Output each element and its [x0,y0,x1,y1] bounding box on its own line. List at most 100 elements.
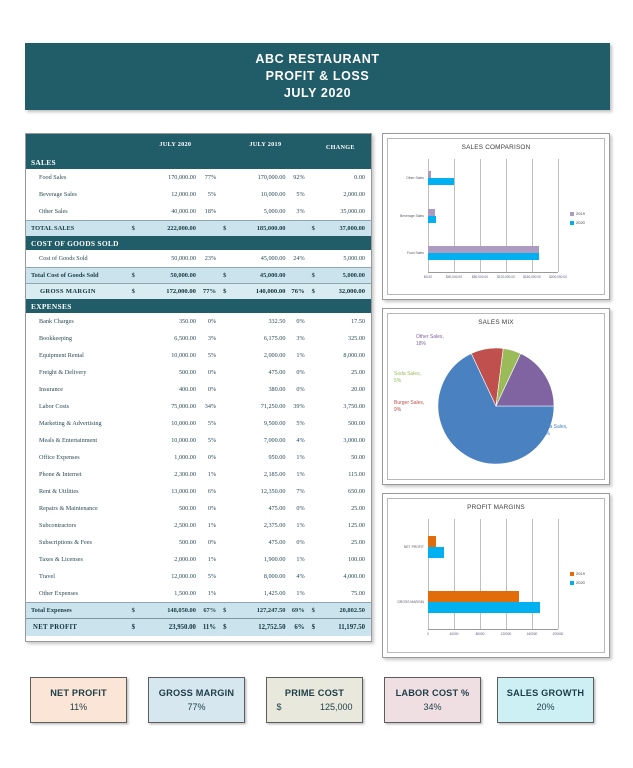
section-sales-label: SALES [26,155,371,169]
table-bottom-spacer [26,636,371,641]
prior-percent: 69% [287,602,310,619]
prior-amount: 1,425.00 [263,590,286,597]
current-amount: 500.00 [178,369,196,376]
kpi-value: $125,000 [277,702,353,712]
table-row: Repairs & Maintenance 500.00 0% 475.00 0% 25.… [26,500,371,517]
kpi-currency-symbol: $ [276,702,282,712]
change-amount: 32,000.00 [323,283,371,299]
row-label: Labor Costs [39,403,70,410]
total-expenses-row-label: Total Expenses [26,602,130,619]
chart-gridline [454,519,455,629]
prior-percent: 5% [296,420,305,427]
current-amount: 23,950.00 [143,618,198,636]
legend-label: 2020 [576,580,585,585]
kpi-card-labor-cost[interactable]: LABOR COST % 34% [384,677,481,723]
cur-symbol-2: $ [221,618,236,636]
kpi-card-sales-growth[interactable]: SALES GROWTH 20% [497,677,594,723]
kpi-number: 125,000 [319,702,353,712]
table-row: Insurance 400.00 0% 380.00 0% 20.00 [26,381,371,398]
total-sales-row: TOTAL SALES $222,000.00 $185,000.00 $37,000… [26,220,371,236]
prior-percent: 6% [287,618,310,636]
current-amount: 500.00 [178,505,196,512]
prior-percent: 76% [287,283,310,299]
cur-symbol-1: $ [129,602,144,619]
prior-amount: 12,350.00 [260,488,286,495]
prior-amount: 2,375.00 [263,522,286,529]
current-amount: 500.00 [178,539,196,546]
table-row: Marketing & Advertising 10,000.00 5% 9,500.… [26,415,371,432]
cur-symbol-3 [310,186,324,203]
kpi-card-gross-margin[interactable]: GROSS MARGIN 77% [148,677,245,723]
cur-symbol-2 [221,203,235,221]
row-label: Marketing & Advertising [39,420,102,427]
prior-percent: 1% [296,471,305,478]
cur-symbol-3 [310,551,324,568]
table-row: Other Sales 40,000.00 18% 5,000.00 3% 35,000.… [26,203,371,221]
cur-symbol-1 [130,169,144,186]
cur-symbol-3 [310,449,324,466]
table-row: Meals & Entertainment 10,000.00 5% 7,000.00… [26,432,371,449]
change-amount: 8,000.00 [343,352,365,359]
change-amount: 20.00 [351,386,365,393]
profit-margins-chart-panel: PROFIT MARGINS NET PROFIT GROSS MARGIN 0 40… [382,493,610,658]
legend-color-swatch [570,220,574,225]
kpi-card-prime-cost[interactable]: PRIME COST $125,000 [266,677,363,723]
row-label: Bookkeeping [39,335,72,342]
current-percent: 0% [207,369,217,376]
total-sales-row-label: TOTAL SALES [26,220,130,236]
prior-percent: 0% [296,505,305,512]
current-amount: 13,000.00 [171,488,196,495]
kpi-card-net-profit[interactable]: NET PROFIT 11% [30,677,127,723]
prior-amount: 9,500.00 [263,420,286,427]
cur-symbol-3 [310,534,324,551]
row-label: Other Sales [39,208,68,215]
cur-symbol-1 [130,415,144,432]
chart-x-tick-label: $200,000.00 [549,275,567,279]
current-amount: 12,000.00 [171,573,196,580]
current-percent: 77% [197,283,222,299]
report-title-banner: ABC RESTAURANT PROFIT & LOSS JULY 2020 [25,43,610,110]
cur-symbol-3: $ [309,267,324,284]
current-percent: 11% [197,618,222,636]
cur-symbol-1 [130,432,144,449]
prior-percent: 92% [293,174,305,181]
current-percent: 0% [207,454,217,461]
spacer-cell [26,636,371,641]
cur-symbol-1 [130,330,144,347]
current-percent: 18% [204,208,217,215]
change-amount: 0.00 [354,174,365,181]
cur-symbol-1 [130,398,144,415]
total-expenses-row: Total Expenses $148,050.00 67% $127,247.50 6… [26,602,371,619]
cur-symbol-1 [130,551,144,568]
chart-bar [428,253,539,261]
row-label: Office Expenses [39,454,80,461]
row-label: Other Expenses [39,590,79,597]
total-cogs-row-label: Total Cost of Goods Sold [26,267,130,284]
row-label: Subcontractors [39,522,77,529]
change-amount: 25.00 [351,369,365,376]
change-amount: 17.50 [351,318,365,325]
chart-bar [428,177,454,185]
change-amount: 3,000.00 [343,437,365,444]
cur-symbol-1 [130,250,144,268]
change-amount: 650.00 [347,488,365,495]
section-sales: SALES [26,155,371,169]
company-name: ABC RESTAURANT [255,52,380,66]
prior-amount: 332.50 [268,318,286,325]
prior-amount: 12,752.50 [235,618,288,636]
cur-symbol-1 [130,364,144,381]
cur-symbol-1 [130,534,144,551]
cur-symbol-1 [130,517,144,534]
cur-symbol-1 [130,203,144,221]
legend-color-swatch [570,571,574,576]
change-amount: 4,000.00 [343,573,365,580]
cur-symbol-3 [310,250,324,268]
current-percent: 5% [207,352,217,359]
current-amount: 170,000.00 [168,174,196,181]
cur-symbol-3 [310,466,324,483]
prior-percent: 1% [296,556,305,563]
current-percent: 3% [207,335,217,342]
cur-symbol-2 [221,585,235,603]
prior-percent [287,267,310,284]
current-amount: 50,000.00 [171,255,196,262]
